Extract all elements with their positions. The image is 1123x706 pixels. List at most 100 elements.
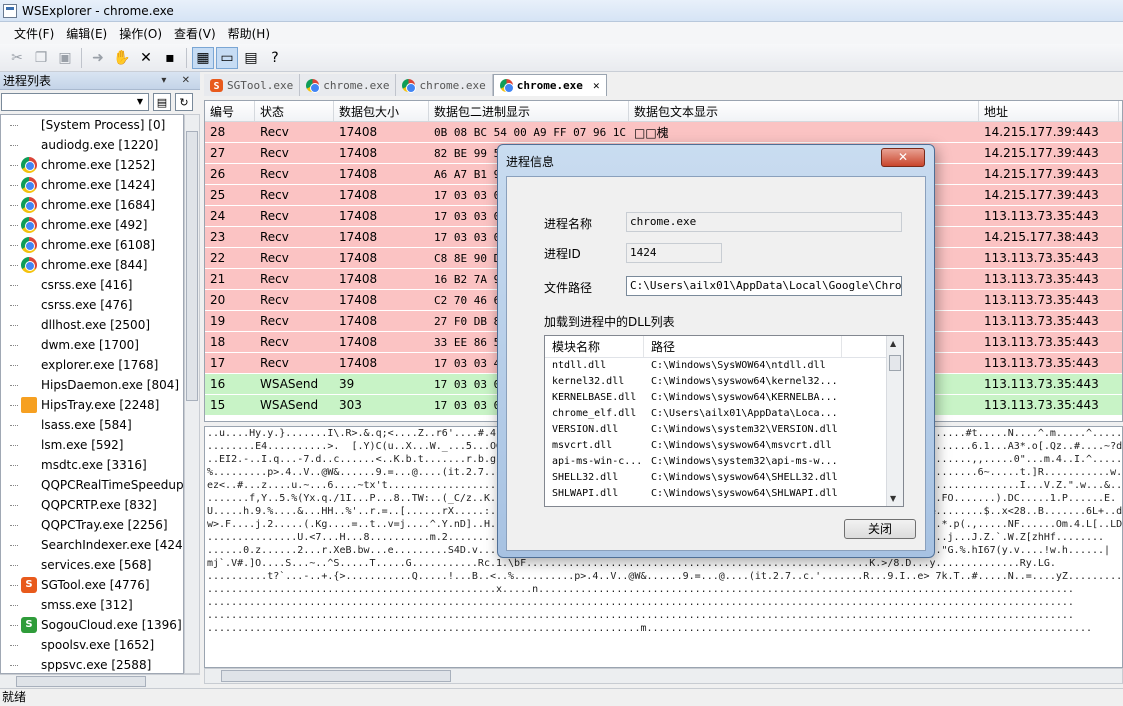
close-icon[interactable]: ✕: [593, 79, 600, 92]
list-item[interactable]: chrome.exe [1424]: [1, 175, 183, 195]
dll-list-scrollbar[interactable]: ▲ ▼: [886, 336, 903, 506]
refresh-icon[interactable]: ↻: [175, 93, 193, 111]
scrollbar-thumb[interactable]: [889, 355, 901, 371]
list-item[interactable]: QQPCRTP.exe [832]: [1, 495, 183, 515]
list-item[interactable]: chrome.exe [6108]: [1, 235, 183, 255]
list-item[interactable]: msdtc.exe [3316]: [1, 455, 183, 475]
scroll-up-icon[interactable]: ▲: [890, 339, 896, 348]
process-list[interactable]: [System Process] [0] audiodg.exe [1220] ch…: [0, 114, 184, 674]
blank-icon: [21, 457, 37, 473]
list-item[interactable]: lsm.exe [592]: [1, 435, 183, 455]
hand-icon[interactable]: ✋: [111, 47, 133, 69]
help-icon[interactable]: ?: [264, 47, 286, 69]
save-icon[interactable]: ▪: [159, 47, 181, 69]
menu-view[interactable]: 查看(V): [168, 25, 222, 42]
blank-icon: [21, 357, 37, 373]
dll-path: C:\Windows\syswow64\SHELL32.dll: [651, 472, 838, 483]
process-list-scrollbar[interactable]: [184, 114, 200, 674]
list-item[interactable]: audiodg.exe [1220]: [1, 135, 183, 155]
menu-help[interactable]: 帮助(H): [222, 25, 276, 42]
list-item[interactable]: smss.exe [312]: [1, 595, 183, 615]
layout-panel-icon[interactable]: ▭: [216, 46, 238, 69]
list-item[interactable]: chrome.exe [844]: [1, 255, 183, 275]
scroll-down-icon[interactable]: ▼: [890, 494, 896, 503]
list-item[interactable]: HipsTray.exe [2248]: [1, 395, 183, 415]
list-item[interactable]: HipsDaemon.exe [804]: [1, 375, 183, 395]
dll-row[interactable]: VERSION.dll C:\Windows\system32\VERSION.d…: [545, 422, 903, 438]
blank-icon: [21, 497, 37, 513]
cut-icon[interactable]: ✂: [6, 47, 28, 69]
chevron-down-icon[interactable]: ▼: [133, 95, 147, 109]
layout-grid-icon[interactable]: ▦: [192, 46, 214, 69]
copy-icon[interactable]: ❐: [30, 47, 52, 69]
list-item[interactable]: spoolsv.exe [1652]: [1, 635, 183, 655]
column-header-status[interactable]: 状态: [255, 101, 334, 121]
dll-row[interactable]: SHLWAPI.dll C:\Windows\syswow64\SHLWAPI.d…: [545, 486, 903, 502]
cell-addr: 14.215.177.39:443: [984, 188, 1099, 202]
list-item[interactable]: QQPCRealTimeSpeedup: [1, 475, 183, 495]
dll-row[interactable]: api-ms-win-c... C:\Windows\system32\api-m…: [545, 454, 903, 470]
dll-row[interactable]: ntdll.dll C:\Windows\SysWOW64\ntdll.dll: [545, 358, 903, 374]
sogou-icon: S: [21, 617, 37, 633]
dll-list[interactable]: 模块名称 路径 ntdll.dll C:\Windows\SysWOW64\ntd…: [544, 335, 904, 507]
column-header-id[interactable]: 编号: [205, 101, 255, 121]
close-button[interactable]: 关闭: [844, 519, 916, 539]
delete-icon[interactable]: ✕: [135, 47, 157, 69]
close-icon[interactable]: ✕: [881, 148, 925, 167]
column-header-binary[interactable]: 数据包二进制显示: [429, 101, 629, 121]
dll-row[interactable]: chrome_elf.dll C:\Users\ailx01\AppData\Lo…: [545, 406, 903, 422]
list-item[interactable]: csrss.exe [476]: [1, 295, 183, 315]
menu-operate[interactable]: 操作(O): [113, 25, 168, 42]
scrollbar-thumb[interactable]: [16, 676, 146, 687]
list-item[interactable]: S SogouCloud.exe [1396]: [1, 615, 183, 635]
column-header-module[interactable]: 模块名称: [545, 336, 644, 357]
process-name: chrome.exe [1424]: [41, 178, 156, 192]
list-item[interactable]: explorer.exe [1768]: [1, 355, 183, 375]
list-item[interactable]: chrome.exe [1252]: [1, 155, 183, 175]
list-item[interactable]: chrome.exe [1684]: [1, 195, 183, 215]
table-row[interactable]: 28 Recv 17408 0B 08 BC 54 00 A9 FF 07 96 1C…: [205, 122, 1122, 143]
menu-edit[interactable]: 编辑(E): [60, 25, 113, 42]
properties-icon[interactable]: ▤: [153, 93, 171, 111]
tab-sgtool-exe[interactable]: S SGTool.exe: [204, 74, 301, 96]
column-header-text[interactable]: 数据包文本显示: [629, 101, 979, 121]
process-filter-combo[interactable]: ▼: [1, 93, 149, 111]
dll-row[interactable]: kernel32.dll C:\Windows\syswow64\kernel32…: [545, 374, 903, 390]
list-item[interactable]: S SGTool.exe [4776]: [1, 575, 183, 595]
arrow-icon[interactable]: ➜: [87, 47, 109, 69]
tab-chrome-exe[interactable]: chrome.exe ✕: [492, 74, 607, 96]
cell-status: WSASend: [260, 377, 319, 391]
list-item[interactable]: QQPCTray.exe [2256]: [1, 515, 183, 535]
process-name-field[interactable]: chrome.exe: [626, 212, 902, 232]
list-item[interactable]: dwm.exe [1700]: [1, 335, 183, 355]
dump-hscrollbar[interactable]: [204, 668, 1123, 684]
list-item[interactable]: dllhost.exe [2500]: [1, 315, 183, 335]
column-header-path[interactable]: 路径: [644, 336, 842, 357]
properties-icon[interactable]: ▤: [240, 47, 262, 69]
list-item[interactable]: sppsvc.exe [2588]: [1, 655, 183, 673]
pane-pin-close-icon[interactable]: ▾ ✕: [161, 75, 196, 86]
menu-file[interactable]: 文件(F): [8, 25, 60, 42]
dll-row[interactable]: SHELL32.dll C:\Windows\syswow64\SHELL32.d…: [545, 470, 903, 486]
process-id-field[interactable]: 1424: [626, 243, 722, 263]
tab-chrome-exe[interactable]: chrome.exe: [300, 74, 397, 96]
scrollbar-thumb[interactable]: [186, 131, 198, 401]
process-name: [System Process] [0]: [41, 118, 166, 132]
scrollbar-thumb[interactable]: [221, 670, 451, 682]
dll-module: SHLWAPI.dll: [552, 488, 619, 499]
dll-row[interactable]: msvcrt.dll C:\Windows\syswow64\msvcrt.dll: [545, 438, 903, 454]
dll-row[interactable]: KERNELBASE.dll C:\Windows\syswow64\KERNEL…: [545, 390, 903, 406]
tab-chrome-exe[interactable]: chrome.exe: [396, 74, 493, 96]
process-list-hscrollbar[interactable]: [0, 674, 200, 688]
column-header-address[interactable]: 地址: [979, 101, 1119, 121]
paste-icon[interactable]: ▣: [54, 47, 76, 69]
list-item[interactable]: [System Process] [0]: [1, 115, 183, 135]
cell-id: 18: [210, 335, 226, 349]
list-item[interactable]: lsass.exe [584]: [1, 415, 183, 435]
list-item[interactable]: SearchIndexer.exe [4240: [1, 535, 183, 555]
list-item[interactable]: chrome.exe [492]: [1, 215, 183, 235]
list-item[interactable]: services.exe [568]: [1, 555, 183, 575]
file-path-field[interactable]: C:\Users\ailx01\AppData\Local\Google\Chr…: [626, 276, 902, 296]
column-header-size[interactable]: 数据包大小: [334, 101, 429, 121]
list-item[interactable]: csrss.exe [416]: [1, 275, 183, 295]
